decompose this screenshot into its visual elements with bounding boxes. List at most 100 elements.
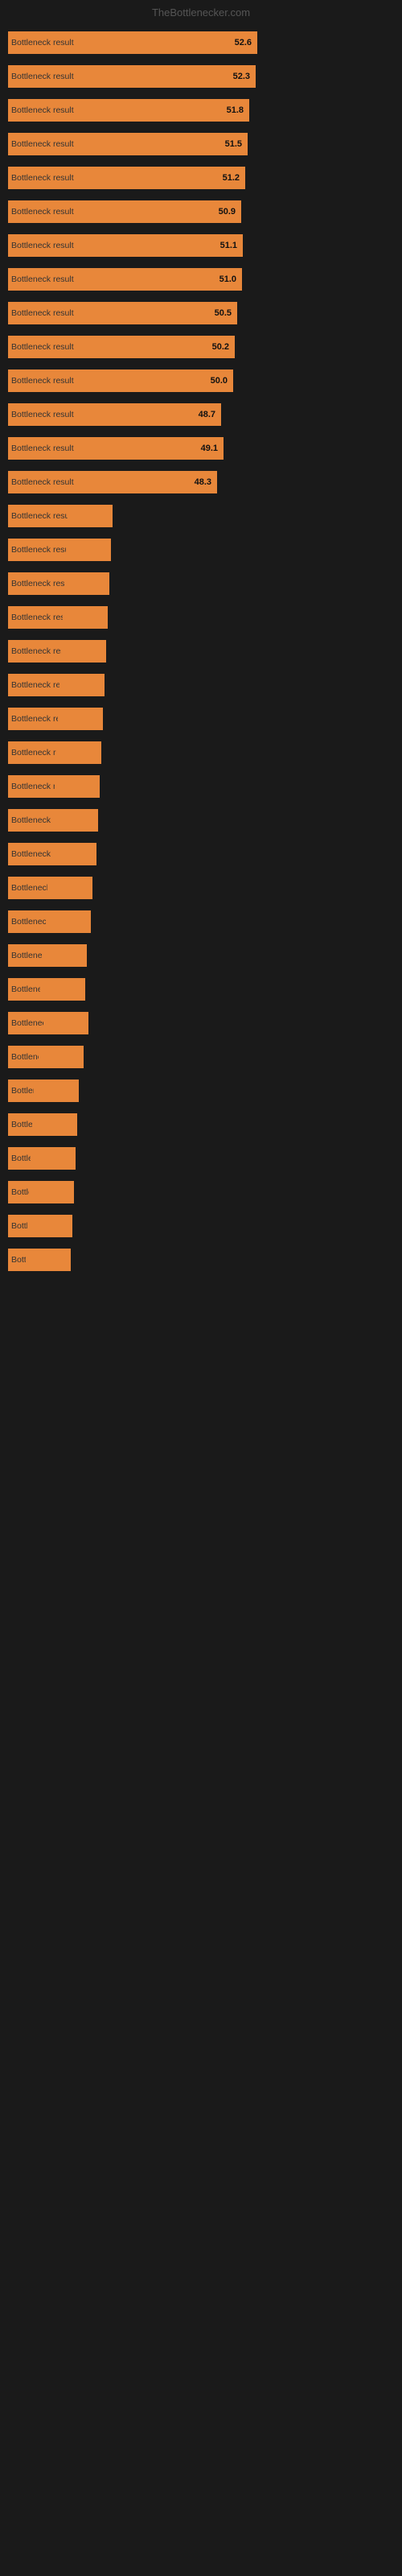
bar-label-text: Bottleneck	[11, 1221, 27, 1231]
bar: Bottleneck result	[8, 572, 109, 595]
bar-row: 50.5 Bottleneck result	[8, 299, 394, 328]
bar-label-text: Bottleneck result	[11, 646, 61, 656]
bar-row: 48.7Bottleneck result	[8, 400, 394, 429]
bar-value: 50.5	[215, 308, 234, 318]
bar: 51.5 Bottleneck result	[8, 133, 248, 155]
bar-row: 51.1 Bottleneck result	[8, 231, 394, 260]
bar-row: Bottleneck resul	[8, 907, 394, 936]
bar-label-text: Bottleneck result	[11, 782, 55, 791]
bar: Bottleneck result	[8, 674, 105, 696]
bar: 48.3 Bottleneck result	[8, 471, 217, 493]
bar: Bottleneck result	[8, 809, 98, 832]
bar-row: Bottleneck re	[8, 1042, 394, 1071]
bar-value: 51.5	[225, 139, 244, 149]
bar-label-text: Bottleneck re	[11, 985, 40, 994]
bar: 51.1 Bottleneck result	[8, 234, 243, 257]
bar: Bottleneck result	[8, 640, 106, 663]
bar-value: 51.2	[223, 173, 242, 183]
bar: 48.7Bottleneck result	[8, 403, 221, 426]
bar: 50.2 Bottleneck result	[8, 336, 235, 358]
bar-value: 51.8	[227, 105, 246, 115]
bar-value: 48.3	[195, 477, 214, 487]
bar-label-text: Bottleneck result	[11, 680, 59, 690]
bar-row: 48.3 Bottleneck result	[8, 468, 394, 497]
bar-value: 50.2	[212, 342, 232, 352]
bar-label-text: Bottleneck	[11, 1187, 29, 1197]
bar-label-text: Bottleneck result	[11, 545, 66, 555]
bar-label-text: Bottleneck result	[11, 342, 74, 352]
bar: Bottleneck resul	[8, 877, 92, 899]
bar-label-text: Bottleneck result	[11, 275, 74, 284]
bar-row: Bottleneck resul	[8, 873, 394, 902]
bar-row: Bottleneck result	[8, 502, 394, 530]
bar: Bottleneck	[8, 1147, 76, 1170]
bar-row: Bottleneck	[8, 1144, 394, 1173]
bar: Bottleneck result	[8, 708, 103, 730]
bar-label-text: Bottleneck result	[11, 72, 74, 81]
bar-row: 50.2 Bottleneck result	[8, 332, 394, 361]
bar-row: Bottleneck result	[8, 840, 394, 869]
bar-row: Bottleneck result	[8, 603, 394, 632]
bar-label-text: Bottleneck result	[11, 308, 74, 318]
bar-row: 49.1Bottleneck result	[8, 434, 394, 463]
bar-label-text: Bottleneck result	[11, 173, 74, 183]
bar-value: 52.3	[233, 72, 252, 81]
bar-row: Bottleneck result	[8, 806, 394, 835]
bar-row: Bottleneck	[8, 1212, 394, 1241]
bar: Bottleneck result	[8, 505, 113, 527]
bar-value: 50.0	[211, 376, 230, 386]
bar-label-text: Bottleneck result	[11, 579, 64, 588]
bar-row: Bottleneck c	[8, 1110, 394, 1139]
bar-row: Bottleneck result	[8, 1009, 394, 1038]
bar-label-text: Bottleneck c	[11, 1120, 32, 1129]
bar-label-text: Bottleneck result	[11, 139, 74, 149]
bar-label-text: Bottleneck result	[11, 815, 53, 825]
bar-label-text: Bottleneck result	[11, 410, 74, 419]
bar: Bottleneck re	[8, 1046, 84, 1068]
bar: Bottleneck result	[8, 843, 96, 865]
bar-row: Bottleneck result	[8, 671, 394, 700]
bar-value: 51.0	[219, 275, 239, 284]
bar-label-text: Bottleneck result	[11, 1018, 43, 1028]
bar-label-text: Bottleneck result	[11, 376, 74, 386]
bar-row: 50.9 Bottleneck result	[8, 197, 394, 226]
bar-value: 51.1	[220, 241, 240, 250]
bar-row: Bottleneck	[8, 1178, 394, 1207]
bar-label-text: Bottleneck result	[11, 714, 58, 724]
bar-row: 50.0 Bottleneck result	[8, 366, 394, 395]
bar: Bottleneck re	[8, 978, 85, 1001]
bar-label-text: Bottleneck resul	[11, 917, 46, 927]
bar-row: Bottleneck result	[8, 569, 394, 598]
bar-label-text: Bottleneck result	[11, 477, 74, 487]
bar-row: Bottleneck result	[8, 738, 394, 767]
bar-label-text: Bottleneck re	[11, 1052, 39, 1062]
bar-label-text: Bottleneck r	[11, 951, 42, 960]
bar: Bottleneck resul	[8, 910, 91, 933]
bar: Bottleneck r	[8, 944, 87, 967]
bar-label-text: Bottleneck result	[11, 613, 63, 622]
bar-row: Bottleneck result	[8, 637, 394, 666]
bar-label-text: Bottleneck result	[11, 241, 74, 250]
bar: 51.2 Bottleneck result	[8, 167, 245, 189]
bar: 50.0 Bottleneck result	[8, 369, 233, 392]
bar-label-text: Bottleneck result	[11, 511, 68, 521]
bar: Bottleneck result	[8, 1012, 88, 1034]
bar-value: 52.6	[235, 38, 254, 47]
bar-row: Bottleneck r	[8, 941, 394, 970]
bar-label-text: Bottleneck result	[11, 444, 74, 453]
bar-label-text: Bottleneck	[11, 1086, 34, 1096]
bar-value: 50.9	[219, 207, 238, 217]
bar-label-text: Bottleneck result	[11, 207, 74, 217]
bar-row: Bottleneck r	[8, 1245, 394, 1274]
bar: Bottleneck	[8, 1215, 72, 1237]
bar-row: 51.2 Bottleneck result	[8, 163, 394, 192]
bar-row: Bottleneck re	[8, 975, 394, 1004]
bar: 50.9 Bottleneck result	[8, 200, 241, 223]
bar: Bottleneck r	[8, 1249, 71, 1271]
bar-row: 51.8Bottleneck result	[8, 96, 394, 125]
bar-row: 52.6Bottleneck result	[8, 28, 394, 57]
bar: 51.8Bottleneck result	[8, 99, 249, 122]
bar-row: Bottleneck	[8, 1076, 394, 1105]
bar: 52.6Bottleneck result	[8, 31, 257, 54]
site-title: TheBottlenecker.com	[0, 0, 402, 28]
